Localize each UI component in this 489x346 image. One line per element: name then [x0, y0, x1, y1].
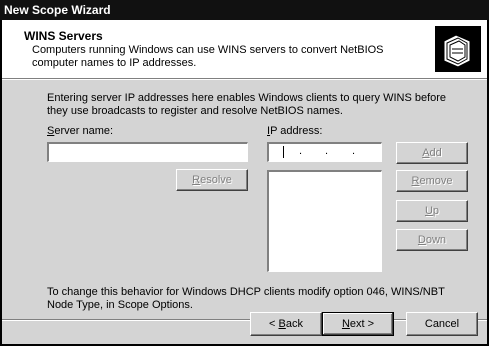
add-label: dd	[429, 147, 442, 159]
cancel-button[interactable]: Cancel	[406, 312, 478, 336]
page-subtitle: Computers running Windows can use WINS s…	[32, 44, 384, 69]
down-button[interactable]: Down	[396, 229, 468, 251]
text-cursor	[283, 146, 284, 158]
back-prefix: <	[269, 318, 279, 330]
resolve-button[interactable]: Resolve	[176, 169, 248, 191]
footer-note: To change this behavior for Windows DHCP…	[47, 286, 445, 311]
ip-octet-separator: .	[299, 145, 303, 157]
ip-address-label-text: P address:	[270, 125, 323, 137]
up-accel: U	[424, 205, 433, 217]
wins-server-list[interactable]	[267, 170, 382, 272]
up-label: p	[432, 205, 440, 217]
back-label: ack	[285, 318, 303, 330]
window-title: New Scope Wizard	[4, 3, 111, 17]
down-accel: D	[417, 234, 426, 246]
page-title: WINS Servers	[24, 29, 103, 43]
folders-icon	[435, 26, 481, 72]
server-name-label-text: erver name:	[54, 125, 114, 137]
up-button[interactable]: Up	[396, 200, 468, 222]
resolve-accel: R	[192, 174, 201, 186]
remove-label: emove	[419, 175, 453, 187]
add-accel: A	[422, 147, 430, 159]
remove-button[interactable]: Remove	[396, 170, 468, 192]
intro-text: Entering server IP addresses here enable…	[47, 92, 447, 117]
ip-octet-separator: .	[352, 145, 356, 157]
ip-address-label: IP address:	[267, 125, 322, 138]
wizard-header: WINS Servers Computers running Windows c…	[2, 20, 487, 79]
ip-octet-separator: .	[325, 145, 329, 157]
back-accel: B	[278, 318, 286, 330]
ip-address-input[interactable]: . . .	[267, 142, 382, 162]
next-button[interactable]: Next >	[322, 312, 394, 336]
next-accel: N	[341, 318, 350, 330]
title-bar: New Scope Wizard	[0, 0, 489, 20]
header-divider	[2, 79, 487, 80]
next-label: ext >	[349, 318, 375, 330]
resolve-label: esolve	[200, 174, 232, 186]
wizard-window: WINS Servers Computers running Windows c…	[2, 20, 487, 344]
down-label: own	[425, 234, 447, 246]
back-button[interactable]: < Back	[250, 312, 322, 336]
add-button[interactable]: Add	[396, 142, 468, 164]
server-name-label: Server name:	[47, 125, 113, 138]
server-name-input[interactable]	[47, 142, 248, 162]
